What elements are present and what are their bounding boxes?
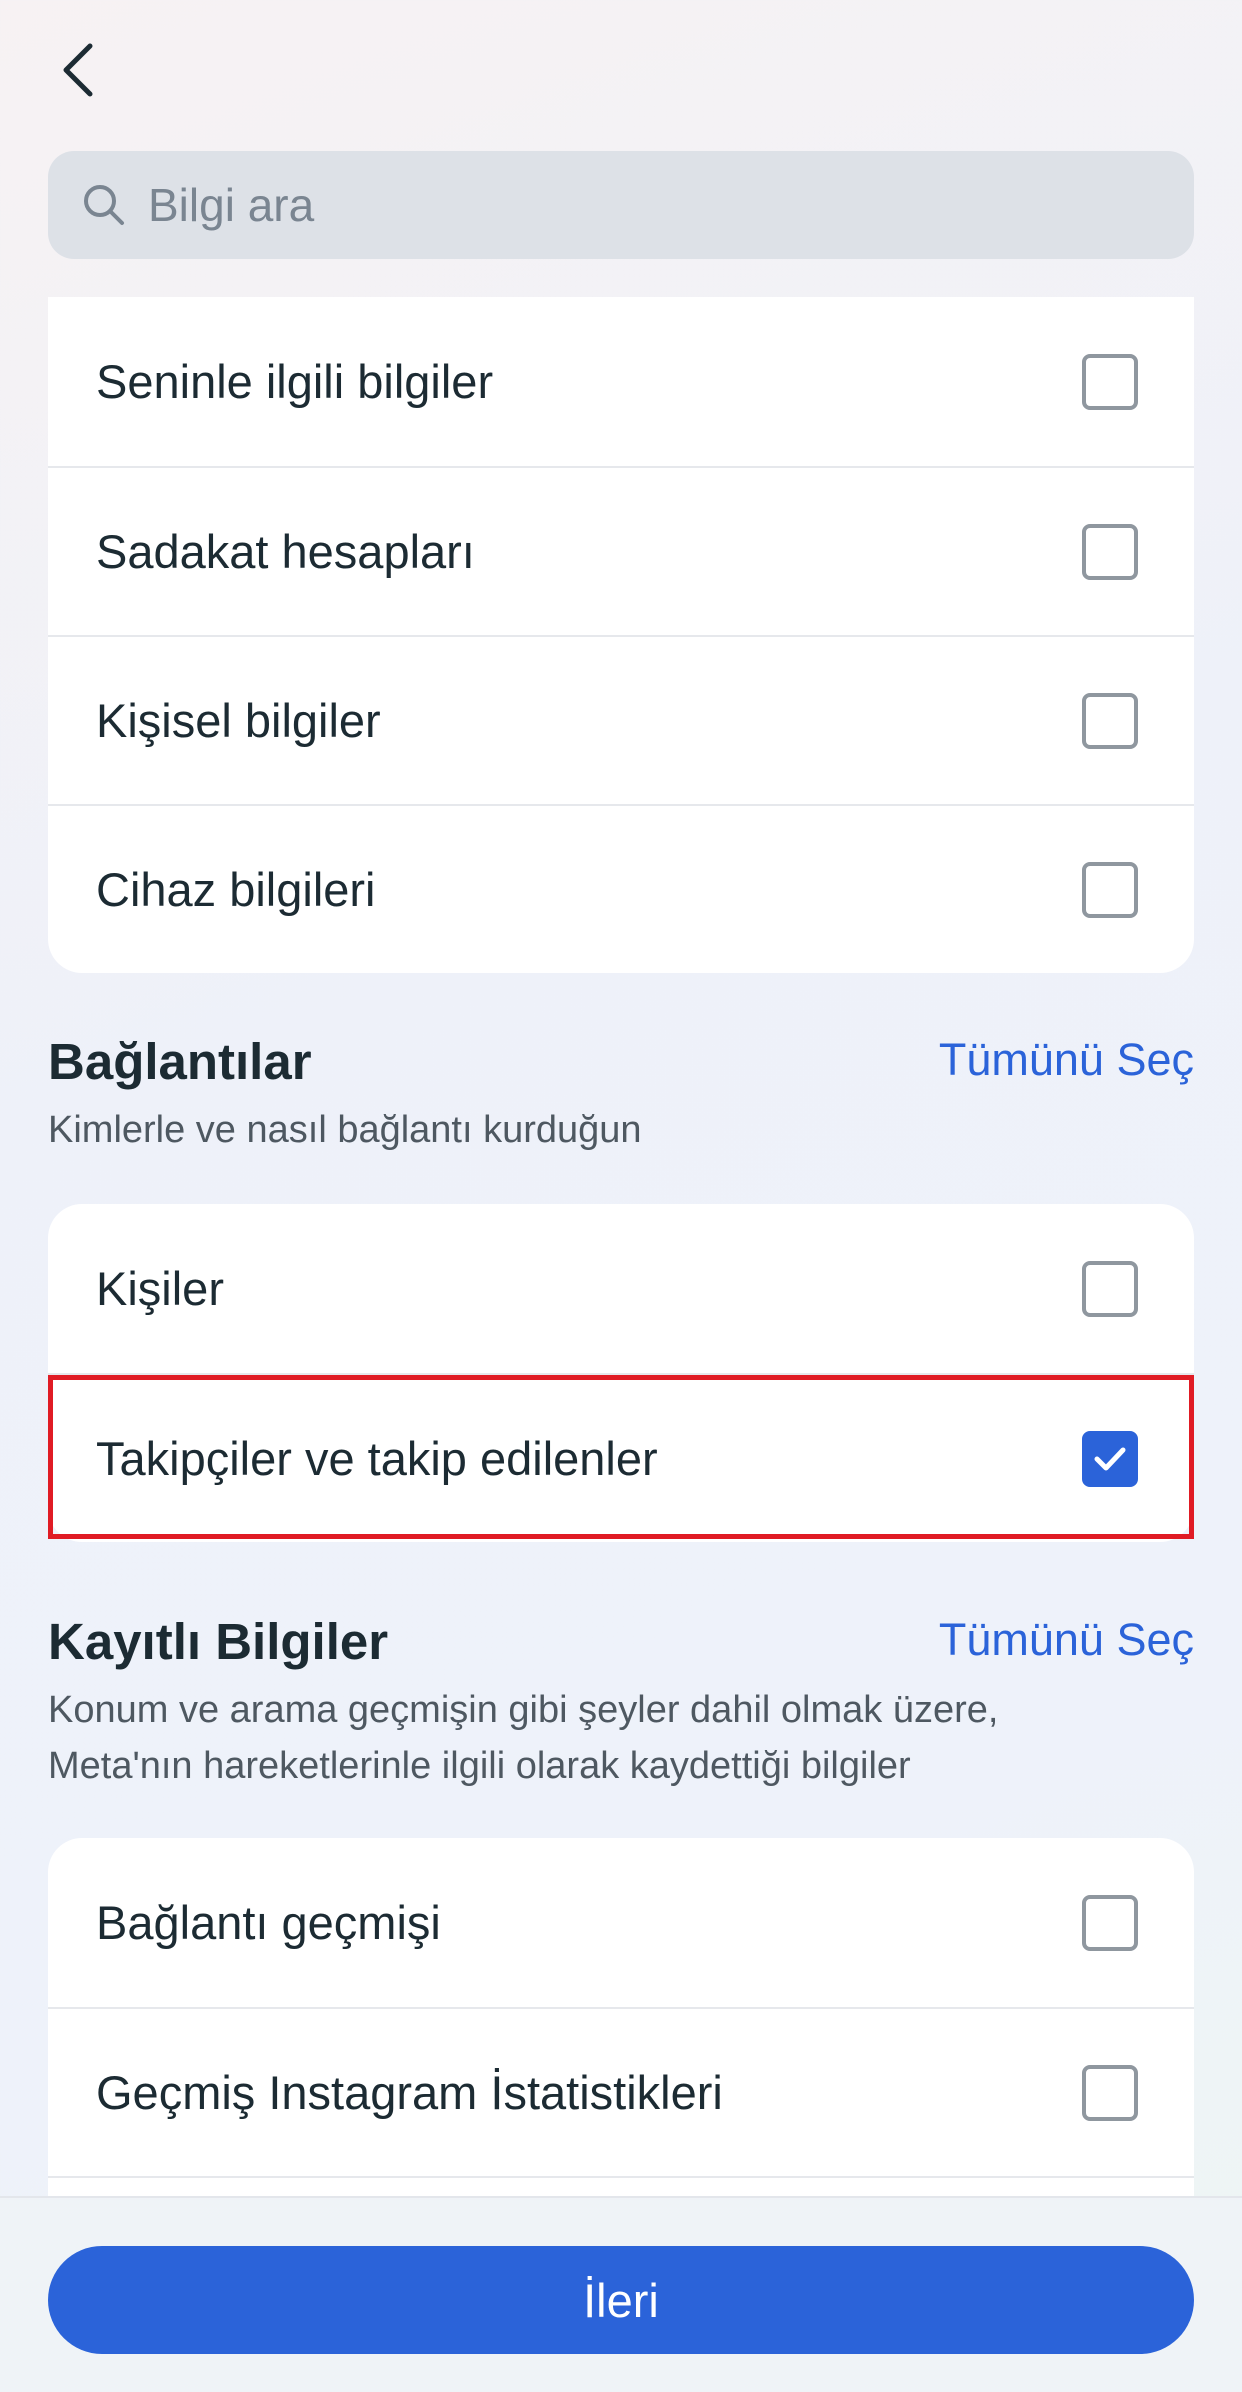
checkbox[interactable]	[1082, 523, 1138, 580]
checkbox[interactable]	[1082, 692, 1138, 749]
checkbox[interactable]	[1082, 861, 1138, 918]
list-item-label: Sadakat hesapları	[96, 525, 475, 578]
list-item[interactable]: Takipçiler ve takip edilenler	[48, 1373, 1194, 1542]
list-item[interactable]: Kişiler	[48, 1204, 1194, 1373]
section-subtitle-connections: Kimlerle ve nasıl bağlantı kurduğun	[48, 1109, 642, 1151]
list-item[interactable]: Bağlantı geçmişi	[48, 1838, 1194, 2007]
list-item[interactable]: Kişisel bilgiler	[48, 635, 1194, 804]
search-icon	[84, 185, 124, 225]
list-item-label: Cihaz bilgileri	[96, 863, 376, 916]
back-button[interactable]	[48, 40, 108, 100]
select-all-saved-info-button[interactable]: Tümünü Seç	[939, 1614, 1194, 1666]
checkbox[interactable]	[1082, 353, 1138, 410]
select-all-connections-button[interactable]: Tümünü Seç	[939, 1034, 1194, 1086]
section-subtitle-saved-info: Konum ve arama geçmişin gibi şeyler dahi…	[48, 1689, 999, 1787]
checkbox[interactable]	[1082, 1260, 1138, 1317]
checkbox-checked[interactable]	[1082, 1430, 1138, 1487]
section-title-saved-info: Kayıtlı Bilgiler	[48, 1613, 389, 1670]
list-item[interactable]: Geçmiş Instagram İstatistikleri	[48, 2007, 1194, 2176]
next-button[interactable]: İleri	[48, 2246, 1194, 2354]
list-item-label: Takipçiler ve takip edilenler	[96, 1432, 658, 1485]
footer-bar: İleri	[0, 2196, 1242, 2392]
checkmark-icon	[1094, 1447, 1126, 1470]
list-item[interactable]: Sadakat hesapları	[48, 466, 1194, 635]
personal-info-list: Seninle ilgili bilgiler Sadakat hesaplar…	[48, 297, 1194, 973]
saved-info-list: Bağlantı geçmişi Geçmiş Instagram İstati…	[48, 1838, 1194, 2238]
checkbox[interactable]	[1082, 1894, 1138, 1951]
list-item[interactable]: Seninle ilgili bilgiler	[48, 297, 1194, 466]
list-item-label: Seninle ilgili bilgiler	[96, 355, 494, 408]
list-item-label: Bağlantı geçmişi	[96, 1896, 441, 1949]
section-title-connections: Bağlantılar	[48, 1033, 312, 1090]
chevron-left-icon	[63, 43, 93, 97]
search-input[interactable]	[146, 177, 1050, 233]
search-bar[interactable]	[48, 151, 1194, 259]
list-item[interactable]: Cihaz bilgileri	[48, 804, 1194, 973]
list-item-label: Geçmiş Instagram İstatistikleri	[96, 2066, 723, 2119]
list-item-label: Kişisel bilgiler	[96, 694, 381, 747]
checkbox[interactable]	[1082, 2064, 1138, 2121]
connections-list: Kişiler Takipçiler ve takip edilenler	[48, 1204, 1194, 1542]
list-item-label: Kişiler	[96, 1262, 224, 1315]
